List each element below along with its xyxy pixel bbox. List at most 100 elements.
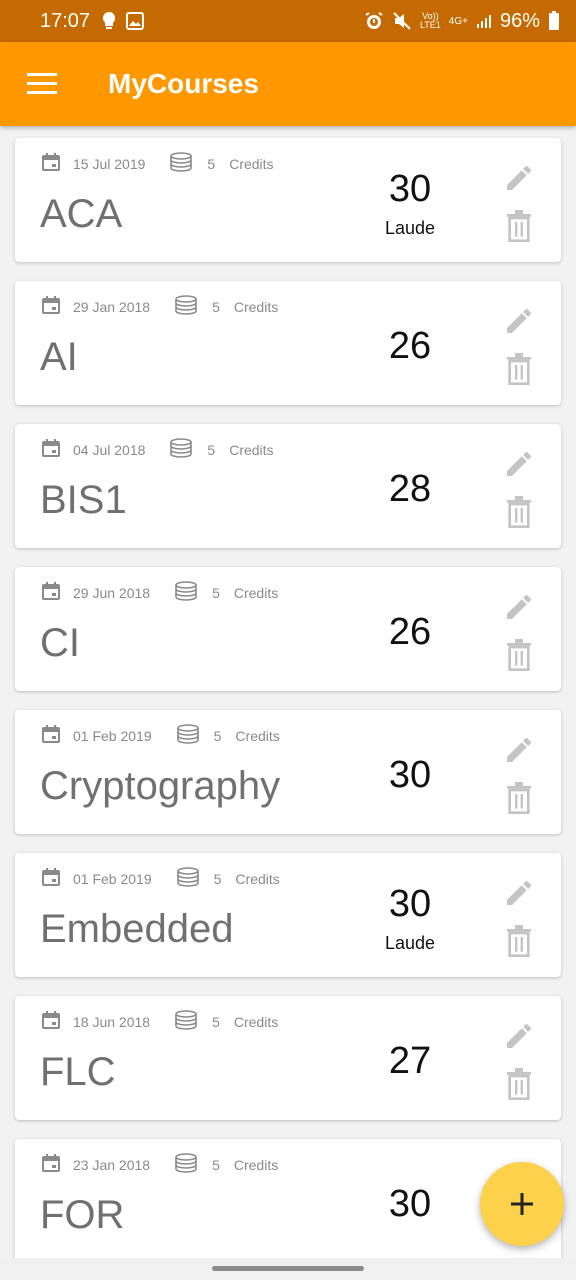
course-card[interactable]: 01 Feb 2019 5 Credits Embedded 30 Laude — [15, 853, 561, 977]
edit-icon[interactable] — [499, 301, 539, 341]
add-icon — [511, 1193, 533, 1215]
course-date: 29 Jan 2018 — [73, 298, 151, 315]
image-icon — [126, 12, 145, 30]
edit-icon[interactable] — [499, 730, 539, 770]
edit-icon[interactable] — [499, 1016, 539, 1056]
course-name: FOR — [40, 1193, 125, 1237]
course-date: 04 Jul 2018 — [73, 441, 146, 458]
credits-label: Credits — [229, 441, 274, 458]
course-grade: 30 — [388, 1183, 432, 1225]
coins-icon — [174, 581, 198, 604]
coins-icon — [169, 152, 193, 175]
credits-value: 5 — [213, 870, 222, 887]
edit-icon[interactable] — [499, 158, 539, 198]
edit-icon[interactable] — [499, 444, 539, 484]
course-meta: 29 Jan 2018 5 Credits — [41, 295, 278, 318]
credits-label: Credits — [235, 870, 280, 887]
course-date: 01 Feb 2019 — [73, 870, 152, 887]
credits-value: 5 — [207, 441, 216, 458]
course-name: FLC — [40, 1050, 116, 1094]
credits-label: Credits — [229, 155, 274, 172]
course-grade: 30 — [388, 754, 432, 796]
calendar-icon — [41, 295, 61, 318]
delete-icon[interactable] — [499, 921, 539, 961]
calendar-icon — [41, 867, 61, 890]
course-card[interactable]: 04 Jul 2018 5 Credits BIS1 28 — [15, 424, 561, 548]
delete-icon[interactable] — [499, 206, 539, 246]
delete-icon[interactable] — [499, 1064, 539, 1104]
laude-label: Laude — [384, 933, 436, 953]
home-gesture-handle[interactable] — [212, 1266, 364, 1271]
calendar-icon — [41, 152, 61, 175]
calendar-icon — [41, 581, 61, 604]
calendar-icon — [41, 724, 61, 747]
alarm-icon — [364, 11, 384, 31]
course-grade: 26 — [388, 611, 432, 653]
edit-icon[interactable] — [499, 587, 539, 627]
4g-icon: 4G+ — [448, 15, 468, 27]
course-card[interactable]: 01 Feb 2019 5 Credits Cryptography 30 — [15, 710, 561, 834]
course-card[interactable]: 18 Jun 2018 5 Credits FLC 27 — [15, 996, 561, 1120]
coins-icon — [174, 1153, 198, 1176]
course-card[interactable]: 29 Jun 2018 5 Credits CI 26 — [15, 567, 561, 691]
course-card[interactable]: 15 Jul 2019 5 Credits ACA 30 Laude — [15, 138, 561, 262]
calendar-icon — [41, 1010, 61, 1033]
status-bar: 17:07 Vo)) LTE1 4G+ 96% — [0, 0, 576, 42]
course-grade: 28 — [388, 468, 432, 510]
course-date: 15 Jul 2019 — [73, 155, 146, 172]
course-card[interactable]: 29 Jan 2018 5 Credits AI 26 — [15, 281, 561, 405]
delete-icon[interactable] — [499, 778, 539, 818]
course-name: ACA — [40, 192, 123, 236]
course-date: 01 Feb 2019 — [73, 727, 152, 744]
course-meta: 04 Jul 2018 5 Credits — [41, 438, 274, 461]
hamburger-menu-icon[interactable] — [0, 42, 84, 126]
coins-icon — [174, 1010, 198, 1033]
credits-label: Credits — [233, 298, 279, 315]
credits-value: 5 — [212, 298, 220, 315]
course-meta: 23 Jan 2018 5 Credits — [41, 1153, 278, 1176]
delete-icon[interactable] — [499, 349, 539, 389]
location-bulb-icon — [102, 11, 116, 31]
course-meta: 01 Feb 2019 5 Credits — [41, 867, 280, 890]
battery-percent: 96% — [499, 9, 540, 32]
coins-icon — [176, 867, 200, 890]
app-bar: MyCourses — [0, 42, 576, 126]
credits-label: Credits — [235, 727, 280, 744]
add-course-button[interactable] — [480, 1162, 564, 1246]
coins-icon — [174, 295, 198, 318]
course-name: BIS1 — [40, 478, 127, 522]
course-list[interactable]: 15 Jul 2019 5 Credits ACA 30 Laude 29 Ja… — [0, 126, 576, 1258]
calendar-icon — [41, 438, 61, 461]
delete-icon[interactable] — [499, 635, 539, 675]
course-meta: 15 Jul 2019 5 Credits — [41, 152, 274, 175]
app-title: MyCourses — [108, 68, 259, 99]
credits-value: 5 — [212, 1156, 220, 1173]
credits-label: Credits — [233, 1156, 279, 1173]
course-grade: 30 — [388, 168, 432, 210]
credits-value: 5 — [207, 155, 216, 172]
course-name: CI — [40, 621, 80, 665]
volte-icon: Vo)) LTE1 — [419, 11, 441, 30]
course-name: AI — [40, 335, 78, 379]
credits-label: Credits — [233, 1013, 279, 1030]
course-date: 29 Jun 2018 — [73, 584, 151, 601]
delete-icon[interactable] — [499, 492, 539, 532]
edit-icon[interactable] — [499, 873, 539, 913]
credits-label: Credits — [233, 584, 279, 601]
credits-value: 5 — [212, 1013, 220, 1030]
course-name: Embedded — [40, 907, 234, 951]
calendar-icon — [41, 1153, 61, 1176]
signal-icon — [476, 13, 492, 29]
course-card[interactable]: 23 Jan 2018 5 Credits FOR 30 — [15, 1139, 561, 1258]
credits-value: 5 — [212, 584, 220, 601]
system-nav-bar — [0, 1258, 576, 1280]
mute-icon — [392, 11, 412, 31]
course-meta: 01 Feb 2019 5 Credits — [41, 724, 280, 747]
course-date: 23 Jan 2018 — [73, 1156, 151, 1173]
course-grade: 26 — [388, 325, 432, 367]
status-time: 17:07 — [40, 9, 91, 32]
course-date: 18 Jun 2018 — [73, 1013, 151, 1030]
coins-icon — [176, 724, 200, 747]
course-grade: 27 — [388, 1040, 432, 1082]
course-meta: 29 Jun 2018 5 Credits — [41, 581, 278, 604]
